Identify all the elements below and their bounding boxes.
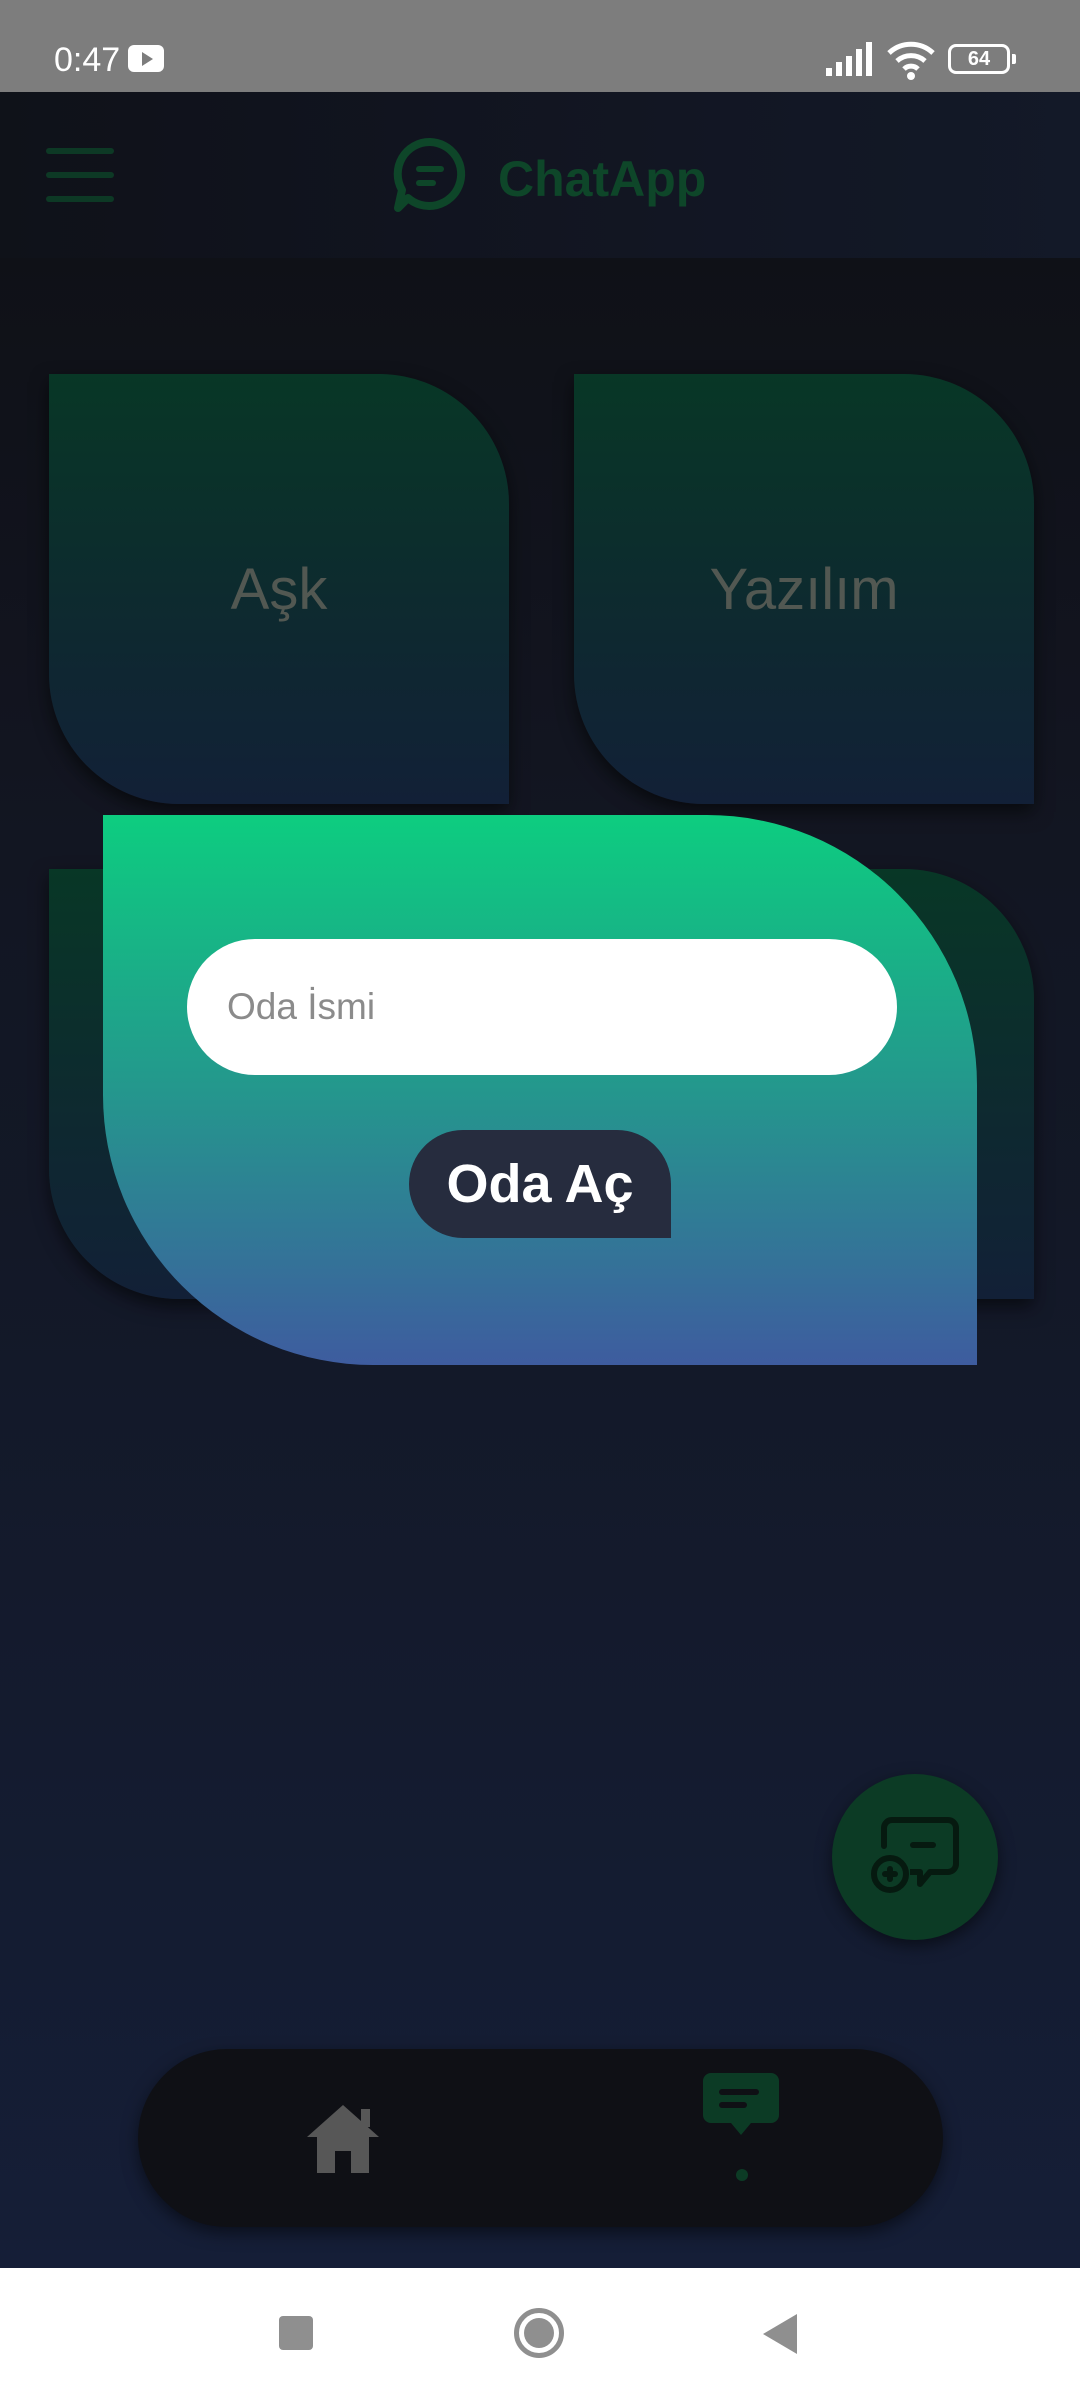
- home-icon[interactable]: [303, 2099, 383, 2179]
- status-time: 0:47: [54, 41, 121, 79]
- active-tab-indicator: [736, 2169, 748, 2181]
- new-chat-fab[interactable]: [832, 1774, 998, 1940]
- signal-icon: [826, 42, 872, 76]
- youtube-icon: [128, 45, 164, 72]
- recents-button[interactable]: [279, 2316, 313, 2350]
- app-screen: ChatApp Aşk Yazılım Oda Aç: [0, 92, 1080, 2268]
- back-button[interactable]: [763, 2314, 797, 2354]
- home-button[interactable]: [514, 2308, 564, 2358]
- battery-icon: 64: [948, 44, 1016, 74]
- system-navigation-bar: [0, 2268, 1080, 2400]
- chat-icon[interactable]: [701, 2069, 781, 2149]
- bottom-navigation: [138, 2049, 943, 2227]
- wifi-icon: [887, 41, 935, 80]
- add-chat-icon: [871, 1817, 959, 1893]
- create-room-dialog: Oda Aç: [103, 815, 977, 1365]
- status-bar: 0:47 64: [0, 0, 1080, 92]
- open-room-button[interactable]: Oda Aç: [409, 1130, 671, 1238]
- room-name-input[interactable]: [187, 939, 897, 1075]
